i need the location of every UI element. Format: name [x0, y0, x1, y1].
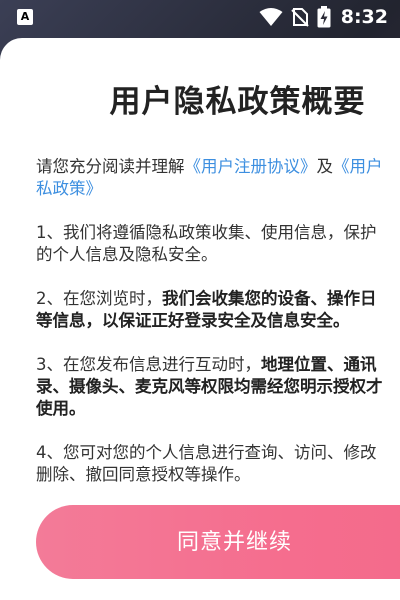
item3-bold-line3: 使用。 — [36, 399, 86, 418]
policy-item-2: 2、在您浏览时，我们会收集您的设备、操作日 等信息，以保证正好登录安全及信息安全… — [36, 288, 400, 332]
privacy-policy-link[interactable]: 《用户 — [333, 157, 383, 176]
policy-item-3: 3、在您发布信息进行互动时，地理位置、通讯 录、摄像头、麦克风等权限均需经您明示… — [36, 354, 400, 420]
privacy-policy-link-continued[interactable]: 私政策》 — [36, 178, 400, 200]
policy-item-4: 4、您可对您的个人信息进行查询、访问、修改 删除、撤回同意授权等操作。 — [36, 442, 400, 486]
status-bar: A 8:32 — [0, 0, 400, 34]
policy-item-1: 1、我们将遵循隐私政策收集、使用信息，保护 的个人信息及隐私安全。 — [36, 222, 400, 266]
intro-prefix: 请您充分阅读并理解 — [36, 157, 185, 176]
status-icons: 8:32 — [259, 0, 388, 34]
item4-line1: 4、您可对您的个人信息进行查询、访问、修改 — [36, 443, 377, 462]
intro-paragraph: 请您充分阅读并理解《用户注册协议》及《用户 私政策》 — [36, 156, 400, 200]
item3-bold-line1: 地理位置、通讯 — [261, 355, 377, 374]
item4-line2: 删除、撤回同意授权等操作。 — [36, 465, 251, 484]
item2-bold-line2: 等信息，以保证正好登录安全及信息安全。 — [36, 311, 350, 330]
intro-middle: 及 — [316, 157, 334, 176]
item1-line2: 的个人信息及隐私安全。 — [36, 245, 218, 264]
item1-line1: 1、我们将遵循隐私政策收集、使用信息，保护 — [36, 223, 377, 242]
privacy-dialog: 用户隐私政策概要 请您充分阅读并理解《用户注册协议》及《用户 私政策》 1、我们… — [0, 38, 400, 600]
item2-prefix: 2、在您浏览时， — [36, 289, 162, 308]
item2-bold-line1: 我们会收集您的设备、操作日 — [162, 289, 377, 308]
item3-bold-line2: 录、摄像头、麦克风等权限均需经您明示授权才 — [36, 377, 383, 396]
app-notification-icon: A — [17, 9, 33, 25]
status-time: 8:32 — [340, 6, 388, 28]
battery-charging-icon — [317, 6, 331, 28]
wifi-icon — [259, 8, 283, 26]
no-sim-icon — [291, 8, 309, 27]
dialog-body: 请您充分阅读并理解《用户注册协议》及《用户 私政策》 1、我们将遵循隐私政策收集… — [36, 156, 400, 508]
user-agreement-link[interactable]: 《用户注册协议》 — [185, 157, 317, 176]
dialog-title: 用户隐私政策概要 — [109, 84, 366, 120]
agree-and-continue-button[interactable]: 同意并继续 — [36, 505, 400, 579]
item3-prefix: 3、在您发布信息进行互动时， — [36, 355, 261, 374]
